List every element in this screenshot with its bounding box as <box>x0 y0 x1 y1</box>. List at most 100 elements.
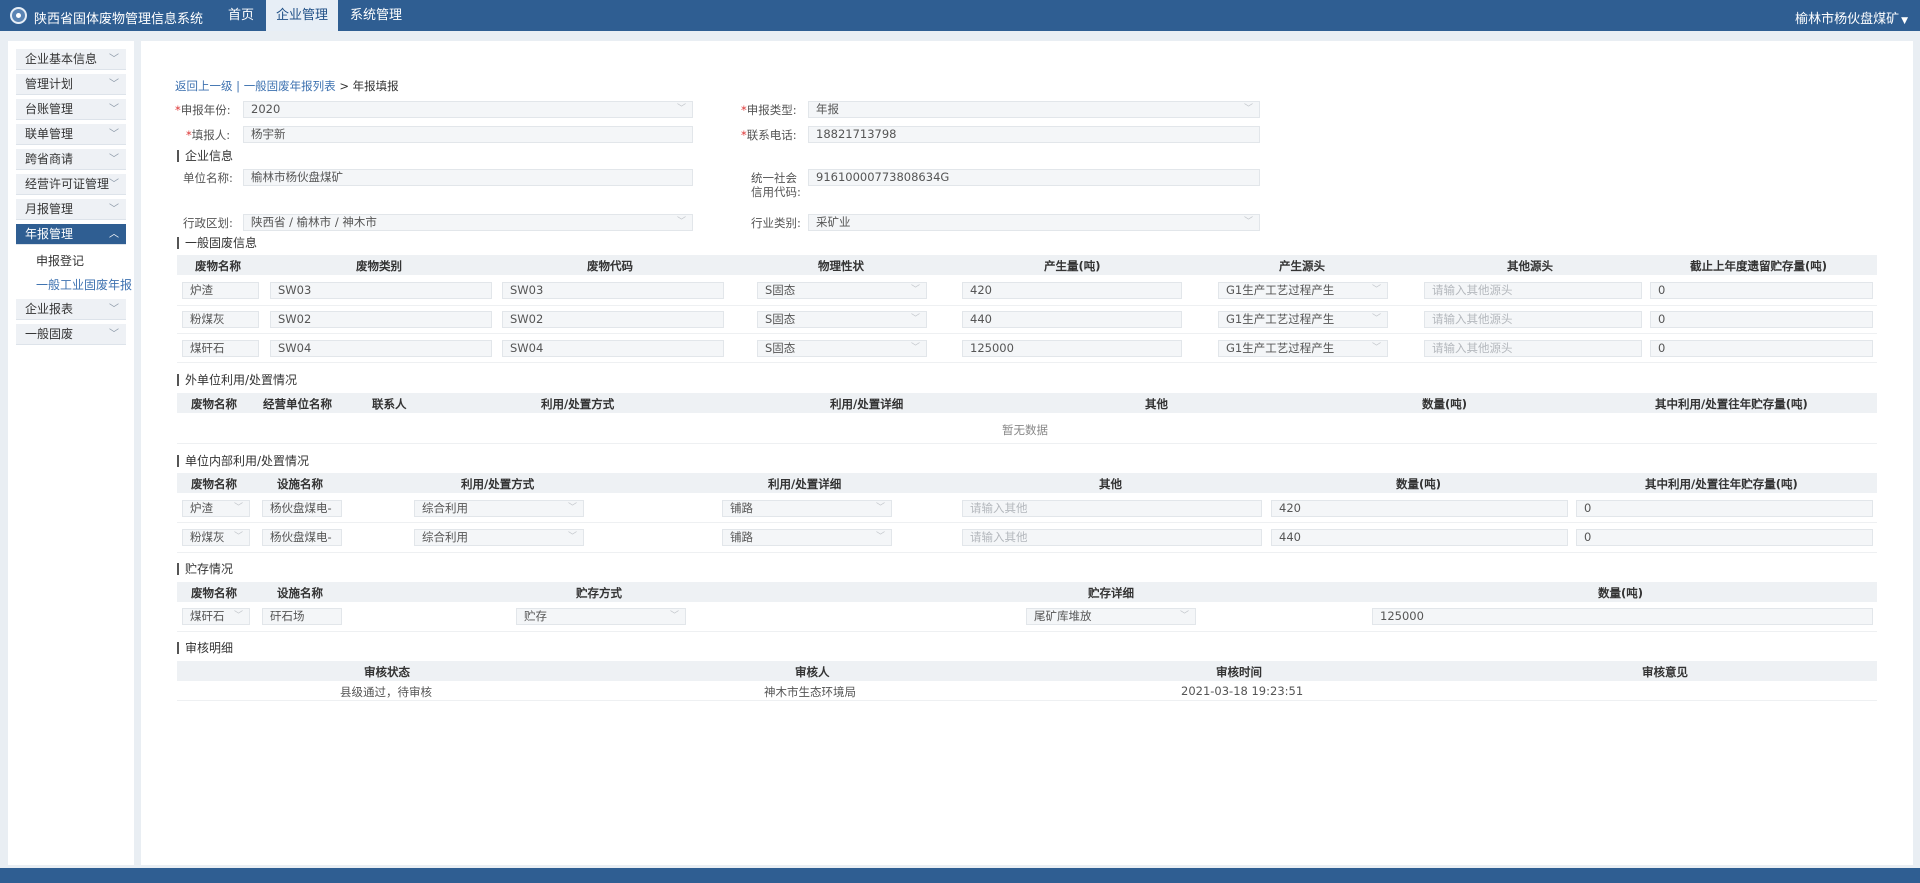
row-divider <box>177 333 1877 334</box>
row-divider <box>177 305 1877 306</box>
quantity-input[interactable]: 420 <box>1271 500 1568 517</box>
column-header: 产生量(吨) <box>1044 259 1101 273</box>
source-select[interactable]: G1生产工艺过程产生 ﹀ <box>1218 311 1388 328</box>
generated-amount-input[interactable]: 420 <box>962 282 1182 299</box>
disposal-method-select[interactable]: 综合利用 ﹀ <box>414 500 584 517</box>
chevron-down-icon: ﹀ <box>109 104 119 115</box>
other-source-input[interactable]: 请输入其他源头 <box>1424 282 1642 299</box>
chevron-down-icon: ﹀ <box>875 532 885 542</box>
generated-amount-input[interactable]: 125000 <box>962 340 1182 357</box>
row-divider <box>177 522 1877 523</box>
industry-select[interactable]: 采矿业 ﹀ <box>808 214 1260 231</box>
company-name-input[interactable]: 榆林市杨伙盘煤矿 <box>243 169 693 186</box>
disposal-method-select[interactable]: 综合利用 ﹀ <box>414 529 584 546</box>
column-header: 利用/处置详细 <box>830 397 904 411</box>
waste-name-field[interactable]: 煤矸石 <box>182 340 259 357</box>
report-type-label: *申报类型: <box>741 103 797 117</box>
other-source-input[interactable]: 请输入其他源头 <box>1424 340 1642 357</box>
other-input[interactable]: 请输入其他 <box>962 500 1262 517</box>
column-header: 废物名称 <box>191 477 237 491</box>
chevron-down-icon: ﹀ <box>109 179 119 190</box>
waste-name-field[interactable]: 炉渣 <box>182 282 259 299</box>
user-menu[interactable]: 榆林市杨伙盘煤矿 ▼ <box>1795 8 1908 27</box>
quantity-input[interactable]: 440 <box>1271 529 1568 546</box>
physical-state-select[interactable]: S固态 ﹀ <box>757 311 927 328</box>
waste-name-field[interactable]: 粉煤灰 <box>182 311 259 328</box>
sidebar-item-company-info[interactable]: 企业基本信息 ﹀ <box>16 49 126 70</box>
other-input[interactable]: 请输入其他 <box>962 529 1262 546</box>
column-header: 贮存详细 <box>1088 586 1134 600</box>
column-header: 审核状态 <box>364 665 410 679</box>
chevron-down-icon: ﹀ <box>109 304 119 315</box>
sidebar-item-enterprise-reports[interactable]: 企业报表 ﹀ <box>16 299 126 320</box>
facility-name-input[interactable]: 矸石场 <box>262 608 342 625</box>
nav-system-management[interactable]: 系统管理 <box>340 0 412 31</box>
row-divider <box>177 700 1877 701</box>
waste-name-select[interactable]: 粉煤灰 ﹀ <box>182 529 250 546</box>
sidebar-subitem-declaration[interactable]: 申报登记 <box>36 252 84 269</box>
waste-code-field[interactable]: SW04 <box>502 340 724 357</box>
disposal-detail-select[interactable]: 铺路 ﹀ <box>722 500 892 517</box>
disposal-detail-select[interactable]: 铺路 ﹀ <box>722 529 892 546</box>
remaining-storage-input[interactable]: 0 <box>1650 340 1873 357</box>
breadcrumb-separator: > <box>335 79 353 93</box>
sidebar-item-monthly-report[interactable]: 月报管理 ﹀ <box>16 199 126 220</box>
year-label: *申报年份: <box>175 103 231 117</box>
sidebar-subitem-industrial-waste-annual[interactable]: 一般工业固废年报 <box>36 276 134 293</box>
region-select[interactable]: 陕西省 / 榆林市 / 神木市 ﹀ <box>243 214 693 231</box>
report-type-select[interactable]: 年报 ﹀ <box>808 101 1260 118</box>
year-select[interactable]: 2020 ﹀ <box>243 101 693 118</box>
waste-name-select[interactable]: 炉渣 ﹀ <box>182 500 250 517</box>
facility-name-input[interactable]: 杨伙盘煤电- <box>262 500 342 517</box>
source-select[interactable]: G1生产工艺过程产生 ﹀ <box>1218 340 1388 357</box>
sidebar-item-ledger[interactable]: 台账管理 ﹀ <box>16 99 126 120</box>
remaining-storage-input[interactable]: 0 <box>1650 311 1873 328</box>
waste-name-select[interactable]: 煤矸石 ﹀ <box>182 608 250 625</box>
waste-table-header: 废物名称 废物类别 废物代码 物理性状 产生量(吨) 产生源头 其他源头 截止上… <box>177 255 1877 275</box>
storage-detail-select[interactable]: 尾矿库堆放 ﹀ <box>1026 608 1196 625</box>
sidebar-item-management-plan[interactable]: 管理计划 ﹀ <box>16 74 126 95</box>
generated-amount-input[interactable]: 440 <box>962 311 1182 328</box>
chevron-down-icon: ﹀ <box>233 532 243 542</box>
waste-code-field[interactable]: SW02 <box>502 311 724 328</box>
waste-category-field[interactable]: SW04 <box>270 340 492 357</box>
reporter-input[interactable]: 杨宇新 <box>243 126 693 143</box>
main-content <box>141 41 1913 865</box>
chevron-down-icon: ﹀ <box>109 204 119 215</box>
chevron-down-icon: ﹀ <box>109 54 119 65</box>
physical-state-select[interactable]: S固态 ﹀ <box>757 282 927 299</box>
other-source-input[interactable]: 请输入其他源头 <box>1424 311 1642 328</box>
phone-input[interactable]: 18821713798 <box>808 126 1260 143</box>
nav-home[interactable]: 首页 <box>216 0 266 31</box>
sidebar-item-label: 台账管理 <box>25 102 74 116</box>
prior-year-storage-input[interactable]: 0 <box>1576 500 1873 517</box>
waste-category-field[interactable]: SW03 <box>270 282 492 299</box>
credit-code-input[interactable]: 91610000773808634G <box>808 169 1260 186</box>
column-header: 其他 <box>1145 397 1168 411</box>
remaining-storage-input[interactable]: 0 <box>1650 282 1873 299</box>
storage-quantity-input[interactable]: 125000 <box>1372 608 1873 625</box>
source-select[interactable]: G1生产工艺过程产生 ﹀ <box>1218 282 1388 299</box>
chevron-down-icon: ﹀ <box>567 532 577 542</box>
sidebar-item-cross-province[interactable]: 跨省商请 ﹀ <box>16 149 126 170</box>
sidebar-item-annual-report[interactable]: 年报管理 ︿ <box>16 224 126 245</box>
column-header: 数量(吨) <box>1396 477 1442 491</box>
section-title-company: 企业信息 <box>177 150 233 162</box>
waste-code-field[interactable]: SW03 <box>502 282 724 299</box>
chevron-down-icon: ﹀ <box>109 129 119 140</box>
waste-category-field[interactable]: SW02 <box>270 311 492 328</box>
facility-name-input[interactable]: 杨伙盘煤电- <box>262 529 342 546</box>
app-title: 陕西省固体废物管理信息系统 <box>34 12 204 27</box>
chevron-down-icon: ﹀ <box>233 503 243 513</box>
sidebar-item-general-waste[interactable]: 一般固废 ﹀ <box>16 324 126 345</box>
storage-method-select[interactable]: 贮存 ﹀ <box>516 608 686 625</box>
column-header: 其他 <box>1099 477 1122 491</box>
review-table-header: 审核状态 审核人 审核时间 审核意见 <box>177 661 1877 681</box>
breadcrumb-back-link[interactable]: 返回上一级 <box>175 79 233 93</box>
sidebar-item-license[interactable]: 经营许可证管理 ﹀ <box>16 174 126 195</box>
sidebar-item-manifest[interactable]: 联单管理 ﹀ <box>16 124 126 145</box>
physical-state-select[interactable]: S固态 ﹀ <box>757 340 927 357</box>
nav-enterprise-management[interactable]: 企业管理 <box>266 0 338 31</box>
breadcrumb-list-link[interactable]: 一般固废年报列表 <box>244 79 336 93</box>
prior-year-storage-input[interactable]: 0 <box>1576 529 1873 546</box>
